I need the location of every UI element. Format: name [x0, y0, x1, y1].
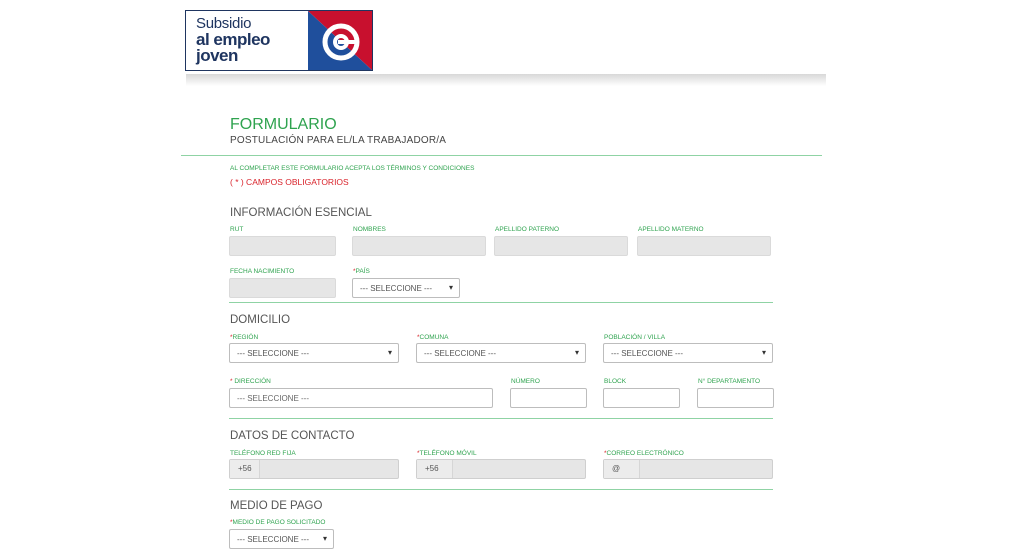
fecha-nacimiento-label: FECHA NACIMIENTO — [230, 268, 295, 275]
direccion-label-text: DIRECCIÓN — [234, 378, 271, 385]
direccion-label: * DIRECCIÓN — [230, 378, 271, 385]
telefono-fijo-label: TELÉFONO RED FIJA — [230, 450, 296, 457]
pais-select[interactable]: --- SELECCIONE --- ▾ — [352, 278, 460, 298]
pais-label-text: PAÍS — [355, 268, 370, 275]
comuna-select[interactable]: --- SELECCIONE --- ▾ — [416, 343, 586, 363]
logo-line-3: joven — [196, 46, 238, 65]
apellido-materno-label: APELLIDO MATERNO — [638, 226, 704, 233]
divider — [229, 489, 773, 490]
required-note: ( * ) CAMPOS OBLIGATORIOS — [230, 177, 349, 187]
correo-field[interactable]: @ — [603, 459, 773, 479]
logo-emblem-icon — [308, 11, 372, 70]
rut-field[interactable] — [229, 236, 336, 256]
section-title-contacto: DATOS DE CONTACTO — [230, 430, 355, 442]
brand-logo: Subsidio al empleo joven — [185, 10, 373, 71]
apellido-materno-field[interactable] — [637, 236, 771, 256]
chevron-down-icon: ▾ — [448, 283, 453, 292]
apellido-paterno-field[interactable] — [494, 236, 628, 256]
chevron-down-icon: ▾ — [387, 348, 392, 357]
apellido-paterno-label: APELLIDO PATERNO — [495, 226, 560, 233]
section-title-pago: MEDIO DE PAGO — [230, 500, 323, 512]
form-title: FORMULARIO — [230, 116, 337, 133]
medio-pago-label: *MEDIO DE PAGO SOLICITADO — [230, 519, 325, 526]
section-title-domicilio: DOMICILIO — [230, 314, 291, 326]
fecha-nacimiento-field[interactable] — [229, 278, 336, 298]
region-select[interactable]: --- SELECCIONE --- ▾ — [229, 343, 399, 363]
telefono-fijo-prefix: +56 — [230, 460, 260, 478]
correo-label-text: CORREO ELECTRÓNICO — [606, 450, 684, 457]
form-subtitle: POSTULACIÓN PARA EL/LA TRABAJADOR/A — [230, 135, 447, 146]
departamento-label: N° DEPARTAMENTO — [698, 378, 761, 385]
medio-pago-label-text: MEDIO DE PAGO SOLICITADO — [232, 519, 326, 526]
poblacion-label: POBLACIÓN / VILLA — [604, 334, 666, 341]
correo-label: *CORREO ELECTRÓNICO — [604, 450, 684, 457]
medio-pago-select[interactable]: --- SELECCIONE --- ▾ — [229, 529, 334, 549]
poblacion-select[interactable]: --- SELECCIONE --- ▾ — [603, 343, 773, 363]
region-label: *REGIÓN — [230, 334, 258, 341]
direccion-value: --- SELECCIONE --- — [237, 394, 309, 403]
numero-label: NÚMERO — [511, 378, 540, 385]
at-sign-icon: @ — [604, 460, 640, 478]
pais-label: *PAÍS — [353, 268, 370, 275]
telefono-movil-label-text: TELÉFONO MÓVIL — [419, 450, 477, 457]
numero-field[interactable] — [510, 388, 587, 408]
telefono-movil-prefix: +56 — [417, 460, 453, 478]
poblacion-select-value: --- SELECCIONE --- — [611, 349, 683, 358]
pais-select-value: --- SELECCIONE --- — [360, 284, 432, 293]
medio-pago-select-value: --- SELECCIONE --- — [237, 535, 309, 544]
block-label: BLOCK — [604, 378, 627, 385]
rut-label: RUT — [230, 226, 244, 233]
telefono-movil-label: *TELÉFONO MÓVIL — [417, 450, 477, 457]
divider — [229, 418, 773, 419]
comuna-select-value: --- SELECCIONE --- — [424, 349, 496, 358]
region-select-value: --- SELECCIONE --- — [237, 349, 309, 358]
chevron-down-icon: ▾ — [574, 348, 579, 357]
chevron-down-icon: ▾ — [322, 534, 327, 543]
telefono-fijo-field[interactable]: +56 — [229, 459, 399, 479]
comuna-label-text: COMUNA — [419, 334, 449, 341]
region-label-text: REGIÓN — [232, 334, 259, 341]
comuna-label: *COMUNA — [417, 334, 448, 341]
divider — [229, 302, 773, 303]
telefono-movil-field[interactable]: +56 — [416, 459, 586, 479]
direccion-field[interactable]: --- SELECCIONE --- — [229, 388, 493, 408]
block-field[interactable] — [603, 388, 680, 408]
section-title-esencial: INFORMACIÓN ESENCIAL — [230, 207, 372, 219]
departamento-field[interactable] — [697, 388, 774, 408]
logo-text: Subsidio al empleo joven — [196, 16, 270, 65]
divider — [181, 155, 822, 156]
terms-notice[interactable]: AL COMPLETAR ESTE FORMULARIO ACEPTA LOS … — [230, 165, 474, 172]
nombres-label: NOMBRES — [353, 226, 386, 233]
nombres-field[interactable] — [352, 236, 486, 256]
required-asterisk: * — [230, 378, 233, 385]
chevron-down-icon: ▾ — [761, 348, 766, 357]
header-shadow-bar — [186, 74, 826, 86]
